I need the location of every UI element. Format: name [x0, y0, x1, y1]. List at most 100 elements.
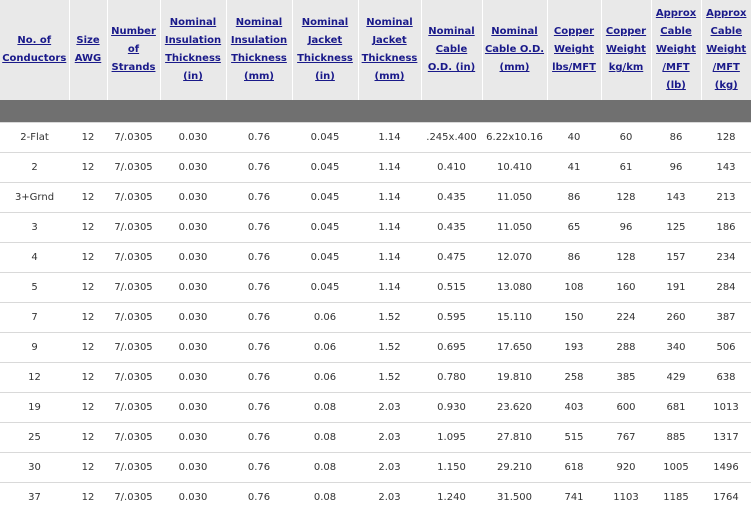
- table-header: No. of Conductors Size AWG Number of Str…: [0, 0, 751, 100]
- table-cell: 128: [701, 122, 751, 153]
- table-row: 19 12 7/.0305 0.030 0.76 0.08 2.03 0.930 23.620 4…: [0, 392, 751, 423]
- header-size-awg[interactable]: Size AWG: [69, 0, 108, 100]
- header-cable-od-in[interactable]: Nominal Cable O.D. (in): [421, 0, 483, 100]
- table-cell: 288: [601, 332, 651, 363]
- table-cell: 128: [601, 242, 651, 273]
- table-cell: 7/.0305: [114, 492, 153, 503]
- header-cable-weight-kg[interactable]: Approx Cable Weight /MFT (kg): [701, 0, 751, 100]
- table-cell: 0.030: [160, 332, 226, 363]
- table-cell: 258: [547, 362, 601, 393]
- table-cell: 193: [547, 332, 601, 363]
- table-cell: 234: [701, 242, 751, 273]
- table-cell: 41: [547, 152, 601, 183]
- table-cell: 12: [69, 152, 107, 183]
- table-cell: 108: [547, 272, 601, 303]
- table-cell: 0.045: [292, 212, 358, 243]
- table-cell: 0.06: [292, 302, 358, 333]
- table-cell: 2.03: [358, 452, 421, 483]
- table-cell: 1.150: [421, 452, 482, 483]
- table-cell: 385: [601, 362, 651, 393]
- table-cell: 284: [701, 272, 751, 303]
- table-cell: 86: [651, 122, 701, 153]
- table-cell: 1.14: [358, 122, 421, 153]
- table-cell: 160: [601, 272, 651, 303]
- table-cell: 9: [0, 332, 69, 363]
- header-number-of-strands[interactable]: Number of Strands: [107, 0, 161, 100]
- table-cell: 125: [651, 212, 701, 243]
- table-row: 12 12 7/.0305 0.030 0.76 0.06 1.52 0.780 19.810 2…: [0, 362, 751, 393]
- table-cell: 7/.0305: [107, 452, 160, 483]
- table-cell: 1005: [651, 452, 701, 483]
- table-cell: 12: [69, 122, 107, 153]
- table-cell: 515: [547, 422, 601, 453]
- table-body: 2-Flat 12 7/.0305 0.030 0.76 0.045 1.14.245x.4…: [0, 100, 751, 512]
- header-no-of-conductors[interactable]: No. of Conductors: [0, 0, 70, 100]
- table-cell: 0.030: [160, 152, 226, 183]
- table-cell: 767: [601, 422, 651, 453]
- table-cell: 0.76: [226, 332, 292, 363]
- table-cell: 19: [0, 392, 69, 423]
- table-cell: 6.22x10.16: [482, 122, 547, 153]
- table-cell: 681: [651, 392, 701, 423]
- table-cell: 0.76: [226, 212, 292, 243]
- table-cell: 260: [651, 302, 701, 333]
- table-row: 37 12 7/.0305 0.030 0.76 0.08 2.03 1.240 31.500 7…: [0, 483, 751, 513]
- header-jacket-thickness-in[interactable]: Nominal Jacket Thickness (in): [292, 0, 359, 100]
- table-cell: .245x.400: [421, 122, 482, 153]
- table-cell: 12: [69, 272, 107, 303]
- table-cell: 0.030: [160, 392, 226, 423]
- table-cell: 0.030: [160, 212, 226, 243]
- table-cell: 23.620: [482, 392, 547, 423]
- header-cable-weight-lb[interactable]: Approx Cable Weight /MFT (lb): [651, 0, 702, 100]
- table-cell: 2-Flat: [0, 122, 69, 153]
- table-cell: 0.76: [226, 122, 292, 153]
- table-cell: 60: [601, 122, 651, 153]
- table-cell: 37: [28, 492, 41, 503]
- table-cell: 0.030: [160, 422, 226, 453]
- table-cell: 506: [701, 332, 751, 363]
- table-cell: 12: [69, 182, 107, 213]
- table-cell: 0.08: [292, 452, 358, 483]
- table-cell: 27.810: [482, 422, 547, 453]
- table-cell: 0.06: [292, 332, 358, 363]
- table-cell: 186: [701, 212, 751, 243]
- table-cell: 0.08: [313, 492, 337, 503]
- table-cell: 11.050: [482, 182, 547, 213]
- table-cell: 885: [651, 422, 701, 453]
- table-row: 30 12 7/.0305 0.030 0.76 0.08 2.03 1.150 29.210 6…: [0, 452, 751, 483]
- table-cell: 224: [601, 302, 651, 333]
- table-cell: 0.930: [421, 392, 482, 423]
- table-cell: 128: [601, 182, 651, 213]
- header-cable-od-mm[interactable]: Nominal Cable O.D. (mm): [482, 0, 548, 100]
- table-cell: 12: [69, 392, 107, 423]
- header-copper-weight-kg[interactable]: Copper Weight kg/km: [601, 0, 652, 100]
- table-cell: 0.045: [292, 242, 358, 273]
- table-cell: 2.03: [358, 422, 421, 453]
- table-cell: 7/.0305: [107, 272, 160, 303]
- table-cell: 4: [0, 242, 69, 273]
- table-cell: 1.14: [358, 242, 421, 273]
- table-cell: 0.030: [160, 272, 226, 303]
- table-cell: 0.030: [160, 182, 226, 213]
- table-cell: 2.03: [358, 392, 421, 423]
- header-insulation-thickness-mm[interactable]: Nominal Insulation Thickness (mm): [226, 0, 293, 100]
- table-cell: 7/.0305: [107, 332, 160, 363]
- table-cell: 1.52: [358, 362, 421, 393]
- table-cell: 12: [69, 452, 107, 483]
- table-cell: 191: [651, 272, 701, 303]
- table-cell: 0.76: [226, 362, 292, 393]
- table-cell: 7/.0305: [107, 122, 160, 153]
- table-cell: 0.475: [421, 242, 482, 273]
- table-cell: 0.780: [421, 362, 482, 393]
- table-cell: 7/.0305: [107, 182, 160, 213]
- table-cell: 31.500: [497, 492, 532, 503]
- table-cell: 12: [69, 242, 107, 273]
- table-cell: 5: [0, 272, 69, 303]
- table-cell: 12: [69, 332, 107, 363]
- table-cell: 0.695: [421, 332, 482, 363]
- header-copper-weight-lbs[interactable]: Copper Weight lbs/MFT: [547, 0, 602, 100]
- header-insulation-thickness-in[interactable]: Nominal Insulation Thickness (in): [160, 0, 227, 100]
- table-cell: 12: [69, 422, 107, 453]
- table-row: 7 12 7/.0305 0.030 0.76 0.06 1.52 0.595 15.110 15…: [0, 302, 751, 333]
- header-jacket-thickness-mm[interactable]: Nominal Jacket Thickness (mm): [358, 0, 422, 100]
